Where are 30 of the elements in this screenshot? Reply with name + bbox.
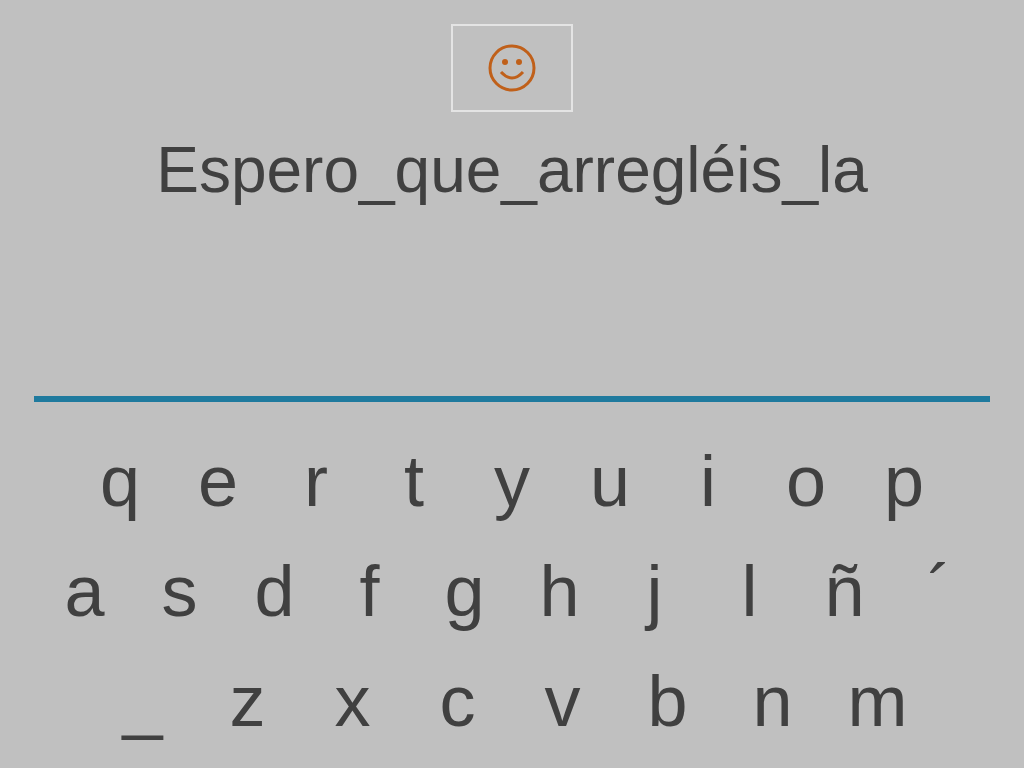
letter-key[interactable]: e (169, 436, 267, 526)
letter-key[interactable]: f (322, 546, 417, 636)
letter-key[interactable]: d (227, 546, 322, 636)
letter-key[interactable]: r (267, 436, 365, 526)
letter-key[interactable]: c (405, 656, 510, 746)
letter-key[interactable]: y (463, 436, 561, 526)
smiley-button[interactable] (451, 24, 573, 112)
letter-key[interactable]: q (71, 436, 169, 526)
smiley-icon (487, 43, 537, 93)
letter-key[interactable]: a (37, 546, 132, 636)
letter-key[interactable]: x (300, 656, 405, 746)
letter-key[interactable]: v (510, 656, 615, 746)
letter-key[interactable]: i (659, 436, 757, 526)
sentence-text: Espero_que_arregléis_la (156, 133, 868, 208)
letter-key[interactable]: t (365, 436, 463, 526)
letter-key[interactable]: g (417, 546, 512, 636)
letter-key[interactable]: j (607, 546, 702, 636)
letter-key[interactable]: l (702, 546, 797, 636)
letter-key[interactable]: z (195, 656, 300, 746)
letter-key[interactable]: _ (90, 656, 195, 746)
letter-key[interactable]: ñ (797, 546, 892, 636)
letter-key[interactable]: o (757, 436, 855, 526)
letter-key[interactable]: s (132, 546, 227, 636)
letter-key[interactable]: ´ (892, 546, 987, 636)
letter-key[interactable]: u (561, 436, 659, 526)
letter-key[interactable]: b (615, 656, 720, 746)
letter-key[interactable]: p (855, 436, 953, 526)
letter-key[interactable]: m (825, 656, 930, 746)
letter-key[interactable]: h (512, 546, 607, 636)
letter-key[interactable]: n (720, 656, 825, 746)
